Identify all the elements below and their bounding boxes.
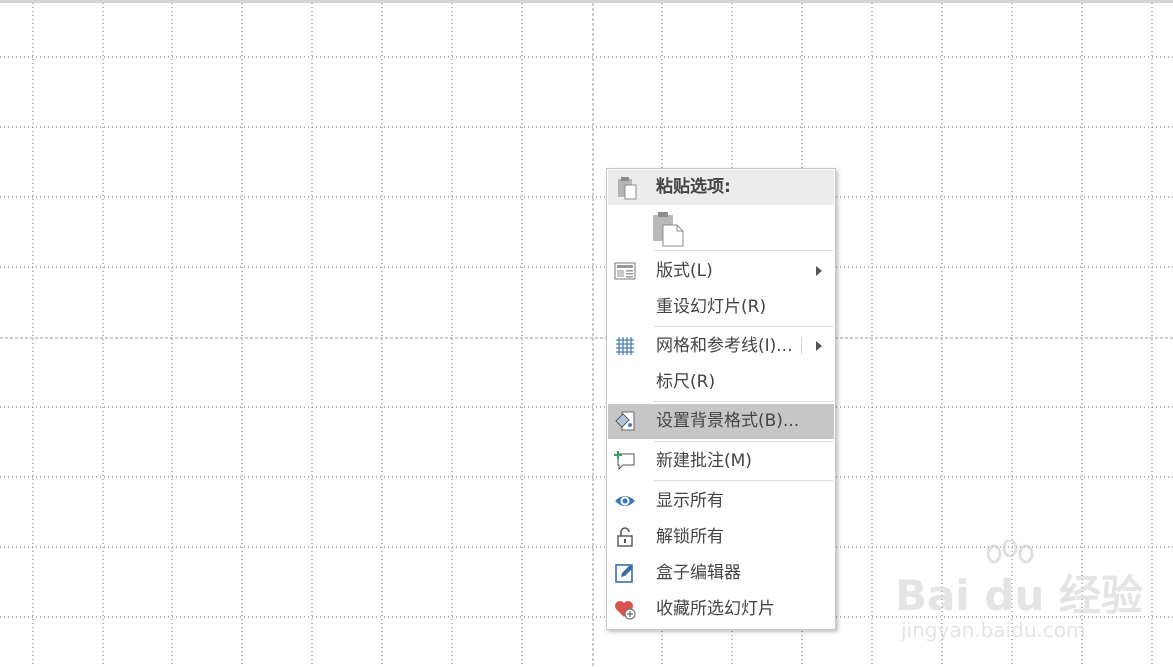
menu-item-layout[interactable]: 版式(L) (608, 254, 834, 288)
menu-item-favorite-slides[interactable]: 收藏所选幻灯片 (608, 592, 834, 626)
heart-add-icon (615, 601, 636, 620)
menu-item-label: 标尺(R) (656, 372, 716, 392)
menu-item-label: 重设幻灯片(R) (656, 297, 767, 317)
submenu-divider (801, 337, 802, 355)
paste-keep-formatting-button[interactable] (647, 209, 687, 249)
menu-separator (653, 250, 833, 251)
menu-item-label: 网格和参考线(I)... (656, 336, 793, 356)
menu-item-unlock-all[interactable]: 解锁所有 (608, 520, 834, 554)
edit-icon (615, 564, 633, 583)
grid-icon (616, 337, 634, 355)
menu-item-label: 显示所有 (656, 491, 724, 511)
menu-item-label: 版式(L) (656, 261, 713, 281)
menu-separator (653, 326, 833, 327)
menu-item-show-all[interactable]: 显示所有 (608, 484, 834, 518)
menu-separator (653, 441, 833, 442)
menu-item-ruler[interactable]: 标尺(R) (608, 365, 834, 399)
eye-icon (615, 496, 635, 506)
menu-separator (653, 401, 833, 402)
menu-item-reset-slide[interactable]: 重设幻灯片(R) (608, 290, 834, 324)
unlock-icon (617, 527, 633, 547)
layout-icon (614, 262, 636, 280)
background-format-icon (615, 411, 635, 431)
menu-item-format-background[interactable]: 设置背景格式(B)... (608, 404, 834, 439)
paste-icon (653, 212, 684, 247)
paste-options-header: 粘贴选项: (608, 170, 834, 205)
menu-item-box-editor[interactable]: 盒子编辑器 (608, 556, 834, 590)
menu-item-label: 盒子编辑器 (656, 563, 741, 583)
menu-item-label: 新建批注(M) (656, 451, 752, 471)
watermark-brand: Bai du 经验 (895, 571, 1143, 620)
menu-separator (653, 480, 833, 481)
menu-item-label: 收藏所选幻灯片 (656, 599, 775, 619)
submenu-arrow-icon (816, 266, 822, 276)
paste-options-label: 粘贴选项: (656, 177, 731, 197)
menu-item-label: 解锁所有 (656, 527, 724, 547)
clipboard-icon (618, 177, 637, 200)
menu-item-grid-and-guides[interactable]: 网格和参考线(I)... (608, 329, 834, 363)
menu-item-new-comment[interactable]: 新建批注(M) (608, 444, 834, 478)
baidu-watermark: Bai du 经验 jingyan.baidu.com (895, 540, 1143, 650)
watermark-url: jingyan.baidu.com (901, 618, 1086, 642)
context-menu: 粘贴选项: 版式(L) 重设幻灯片(R) 网格和参考线(I)... 标尺(R) … (606, 168, 836, 630)
menu-item-label: 设置背景格式(B)... (656, 411, 800, 431)
submenu-arrow-icon (816, 341, 822, 351)
new-comment-icon (614, 451, 635, 471)
